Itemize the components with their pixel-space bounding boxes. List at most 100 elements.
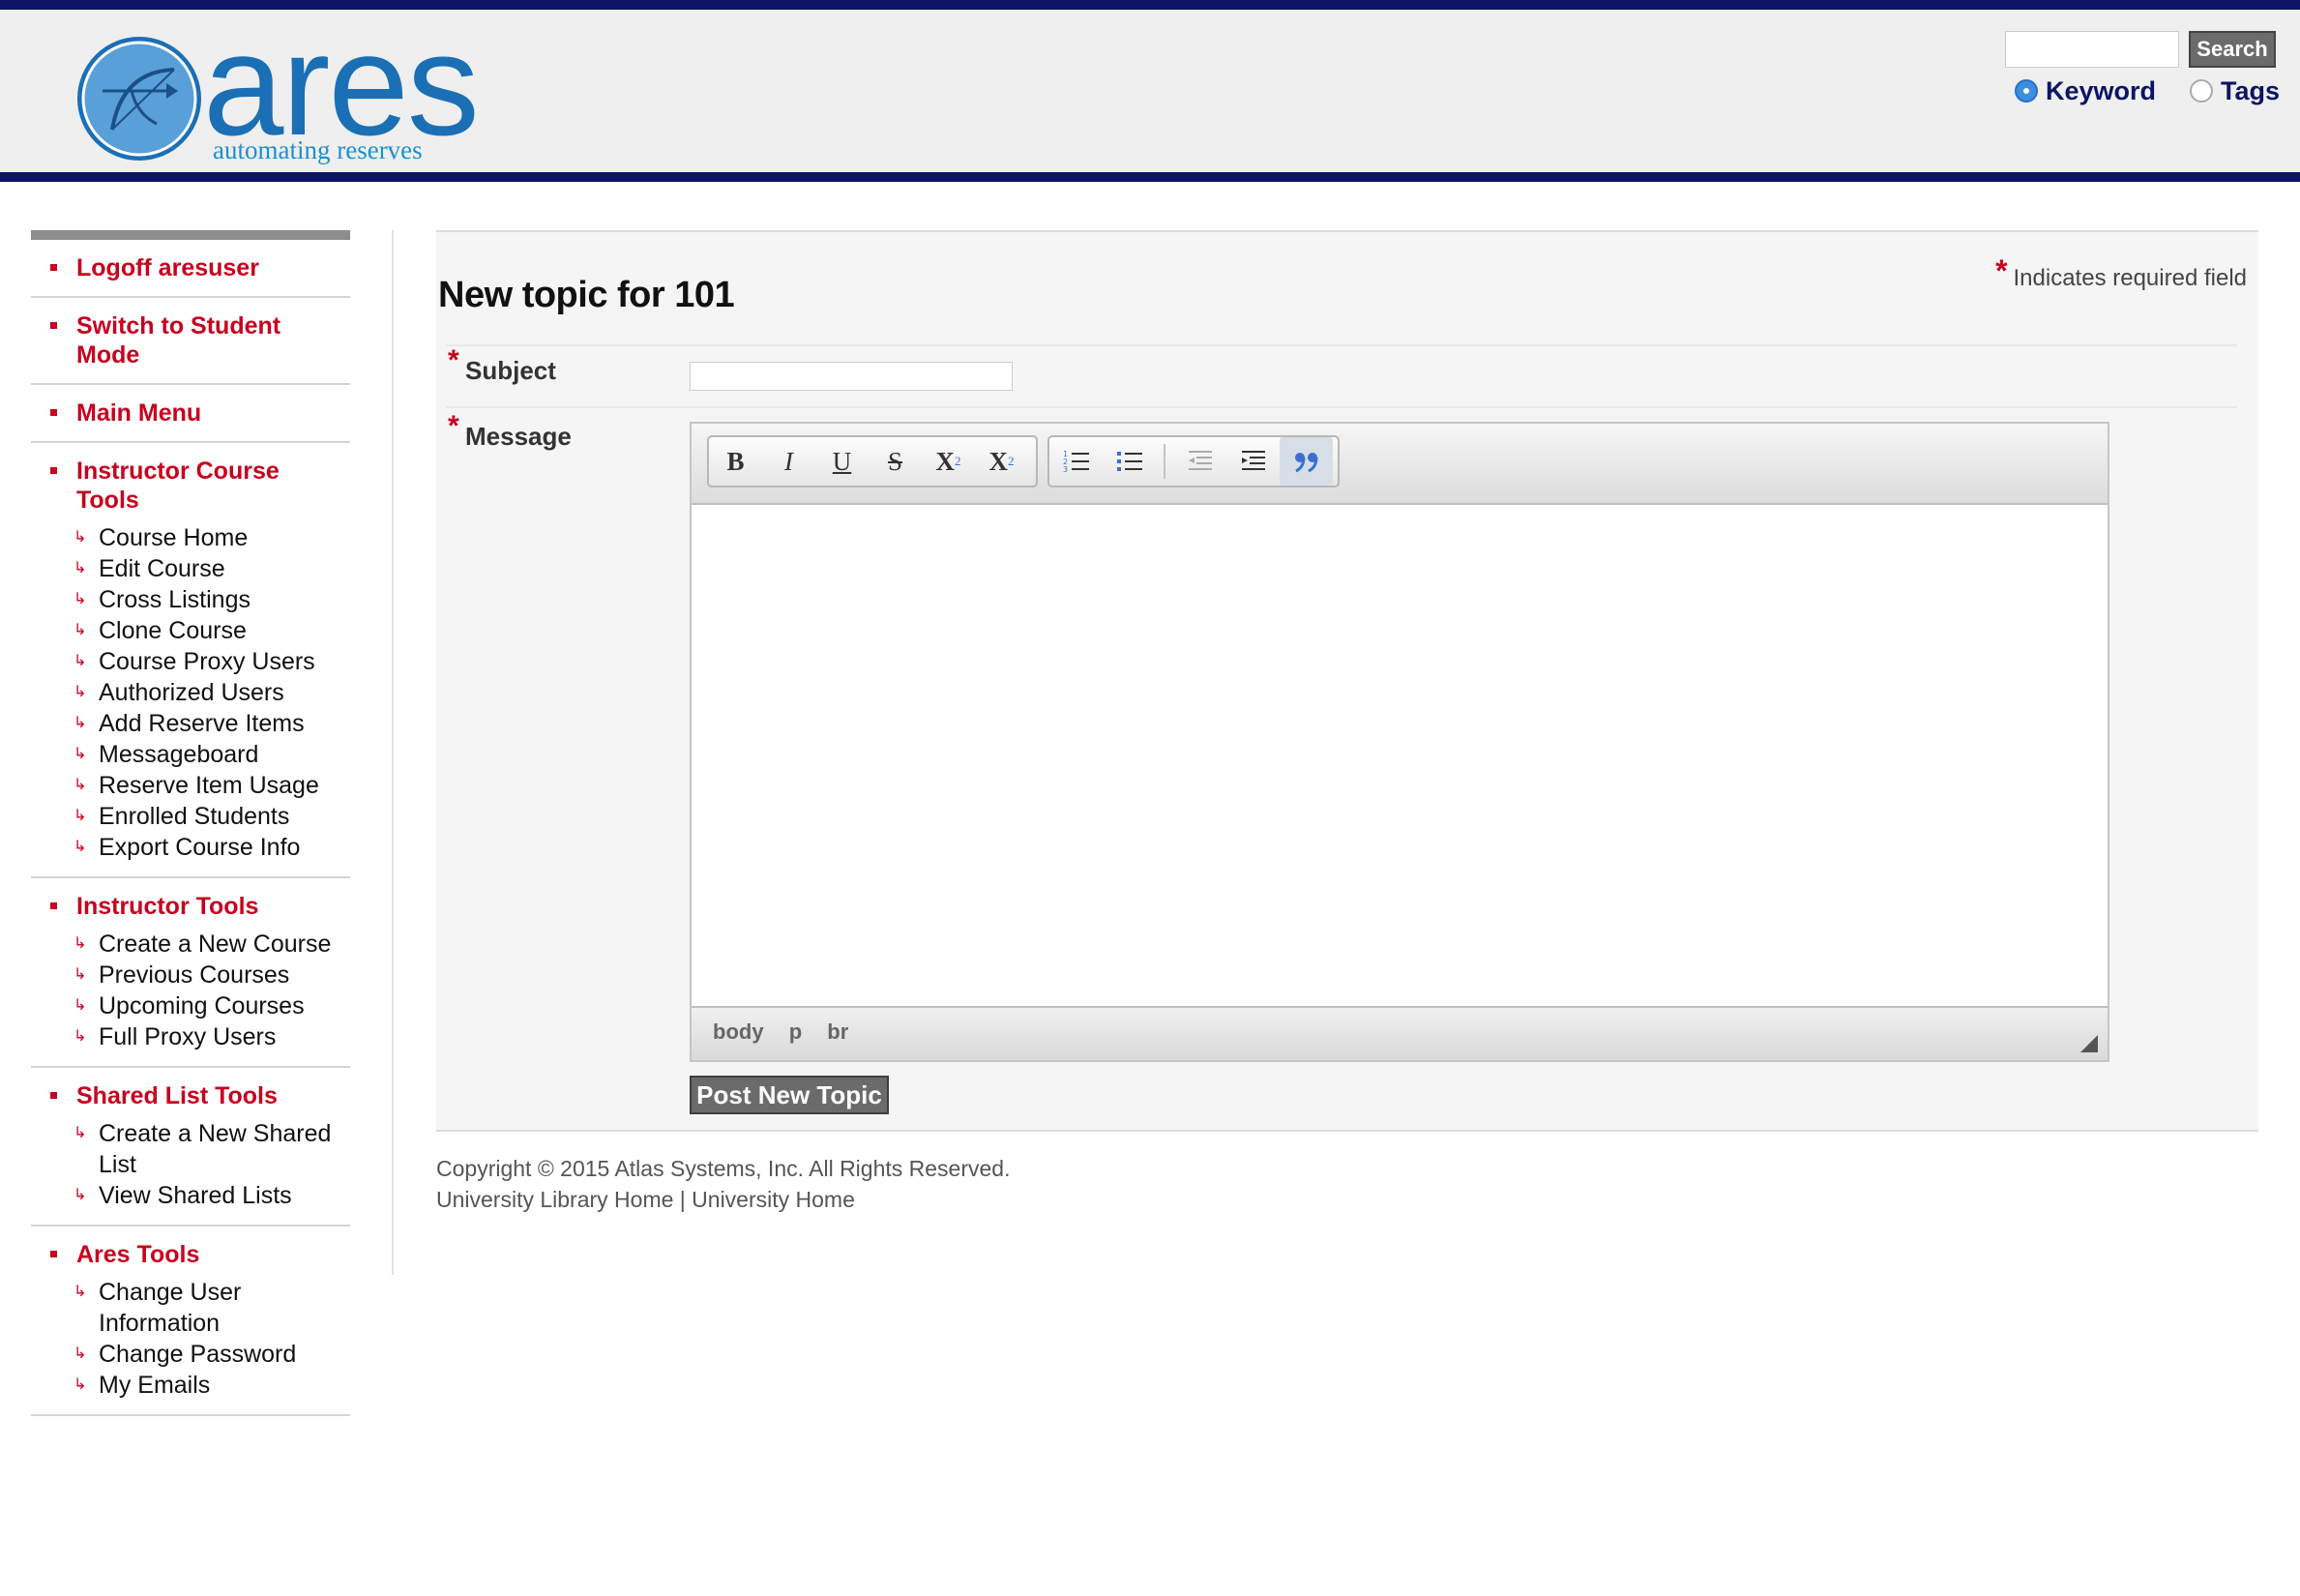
nav-link[interactable]: ↳ Export Course Info <box>31 832 350 863</box>
bullet-square-icon <box>50 322 57 329</box>
nav-link[interactable]: ↳ My Emails <box>31 1370 350 1401</box>
path-p[interactable]: p <box>789 1020 802 1044</box>
nav-link[interactable]: ↳ Course Home <box>31 522 350 553</box>
search-input[interactable] <box>2005 31 2179 68</box>
nav-link[interactable]: ↳ Cross Listings <box>31 584 350 615</box>
nav-section-link[interactable]: Switch to Student Mode <box>31 311 350 369</box>
tags-radio-label: Tags <box>2221 75 2281 105</box>
required-star-icon: * <box>1995 253 2008 288</box>
nav-link[interactable]: ↳ Upcoming Courses <box>31 990 350 1021</box>
nav-sub-list: ↳ Create a New Shared List ↳ View Shared Li… <box>31 1118 350 1211</box>
bulleted-list-icon[interactable] <box>1103 437 1156 486</box>
nav-link-label: Create a New Shared List <box>99 1120 332 1178</box>
nav-link-label: Reserve Item Usage <box>99 772 319 799</box>
divider <box>446 406 2237 408</box>
arrow-bullet-icon: ↳ <box>74 715 87 731</box>
subscript-icon[interactable]: X2 <box>922 437 975 486</box>
superscript-icon[interactable]: X2 <box>975 437 1028 486</box>
nav-link-label: Enrolled Students <box>99 803 290 830</box>
nav-link[interactable]: ↳ Create a New Shared List <box>31 1118 350 1180</box>
path-br[interactable]: br <box>827 1020 848 1044</box>
nav-section: Switch to Student Mode <box>31 298 350 385</box>
arrow-bullet-icon: ↳ <box>74 808 87 824</box>
blockquote-icon[interactable] <box>1280 437 1333 486</box>
nav-link[interactable]: ↳ Messageboard <box>31 739 350 770</box>
numbered-list-icon[interactable]: 123 <box>1049 437 1103 486</box>
page-header: ares automating reserves Search Keyword … <box>0 0 2300 182</box>
nav-link-label: Cross Listings <box>99 586 251 613</box>
archer-emblem-icon <box>77 37 201 161</box>
nav-link[interactable]: ↳ Enrolled Students <box>31 801 350 832</box>
paragraph-format-group: 123 <box>1047 435 1340 488</box>
sidebar-nav: Logoff aresuser Switch to Student Mode Mai… <box>31 230 350 1416</box>
nav-link[interactable]: ↳ Course Proxy Users <box>31 646 350 677</box>
subject-label-text: Subject <box>465 356 556 385</box>
bullet-square-icon <box>50 1092 57 1099</box>
toolbar-separator <box>1164 444 1165 479</box>
nav-link-label: Clone Course <box>99 617 247 644</box>
library-home-link[interactable]: University Library Home <box>436 1187 673 1212</box>
search-button[interactable]: Search <box>2189 31 2276 68</box>
italic-icon[interactable]: I <box>762 437 815 486</box>
path-body[interactable]: body <box>713 1020 764 1044</box>
nav-link-label: View Shared Lists <box>99 1182 292 1209</box>
nav-link-label: Previous Courses <box>99 961 290 989</box>
post-new-topic-button[interactable]: Post New Topic <box>690 1076 889 1114</box>
nav-sub-list: ↳ Create a New Course ↳ Previous Courses ↳ Up… <box>31 929 350 1052</box>
bold-icon[interactable]: B <box>709 437 762 486</box>
nav-link[interactable]: ↳ Authorized Users <box>31 677 350 708</box>
radio-unselected-icon[interactable] <box>2190 79 2213 103</box>
nav-section-link[interactable]: Logoff aresuser <box>31 253 350 282</box>
bullet-square-icon <box>50 264 57 271</box>
keyword-radio-label: Keyword <box>2046 75 2157 105</box>
ares-logo[interactable]: ares automating reserves <box>74 12 480 174</box>
nav-link-label: Change Password <box>99 1341 297 1368</box>
nav-link[interactable]: ↳ View Shared Lists <box>31 1180 350 1211</box>
university-home-link[interactable]: University Home <box>692 1187 855 1212</box>
nav-link[interactable]: ↳ Clone Course <box>31 615 350 646</box>
nav-link-label: Course Home <box>99 524 249 551</box>
keyword-radio[interactable]: Keyword <box>2015 75 2156 106</box>
nav-link[interactable]: ↳ Full Proxy Users <box>31 1021 350 1052</box>
nav-link[interactable]: ↳ Previous Courses <box>31 960 350 990</box>
nav-sub-list: ↳ Change User Information ↳ Change Password… <box>31 1277 350 1401</box>
page-footer: Copyright © 2015 Atlas Systems, Inc. All… <box>436 1153 1011 1215</box>
arrow-bullet-icon: ↳ <box>74 1376 87 1393</box>
outdent-icon[interactable] <box>1173 437 1226 486</box>
nav-section-link[interactable]: Instructor Course Tools <box>31 457 350 515</box>
text-format-group: B I U S X2 X2 <box>707 435 1038 488</box>
nav-link-label: Change User Information <box>99 1279 242 1337</box>
arrow-bullet-icon: ↳ <box>74 560 87 576</box>
nav-link[interactable]: ↳ Edit Course <box>31 553 350 584</box>
nav-section-link[interactable]: Ares Tools <box>31 1240 350 1269</box>
nav-section: Shared List Tools ↳ Create a New Shared Li… <box>31 1068 350 1227</box>
nav-section: Instructor Tools ↳ Create a New Course ↳ Pre… <box>31 878 350 1068</box>
nav-section-link[interactable]: Shared List Tools <box>31 1081 350 1110</box>
footer-separator: | <box>679 1187 686 1212</box>
message-text-area[interactable] <box>692 505 2108 1006</box>
nav-section-label: Switch to Student Mode <box>76 312 281 369</box>
indent-icon[interactable] <box>1226 437 1280 486</box>
nav-link[interactable]: ↳ Create a New Course <box>31 929 350 960</box>
element-path: body p br <box>713 1020 868 1045</box>
nav-section-link[interactable]: Instructor Tools <box>31 892 350 921</box>
arrow-bullet-icon: ↳ <box>74 684 87 700</box>
nav-link[interactable]: ↳ Change Password <box>31 1339 350 1370</box>
nav-link-label: Export Course Info <box>99 834 301 861</box>
nav-link[interactable]: ↳ Change User Information <box>31 1277 350 1339</box>
strikethrough-icon[interactable]: S <box>869 437 922 486</box>
tags-radio[interactable]: Tags <box>2190 75 2280 106</box>
nav-link[interactable]: ↳ Reserve Item Usage <box>31 770 350 801</box>
radio-selected-icon[interactable] <box>2015 79 2038 103</box>
subject-input[interactable] <box>690 362 1013 391</box>
nav-section-link[interactable]: Main Menu <box>31 399 350 428</box>
nav-section-label: Instructor Course Tools <box>76 458 280 514</box>
underline-icon[interactable]: U <box>815 437 869 486</box>
required-star-icon: * <box>448 410 459 442</box>
resize-grip-icon[interactable] <box>2080 1035 2098 1052</box>
nav-section: Instructor Course Tools ↳ Course Home ↳ Edit… <box>31 443 350 878</box>
nav-section-label: Logoff aresuser <box>76 254 259 281</box>
nav-link-label: Course Proxy Users <box>99 648 315 675</box>
nav-link[interactable]: ↳ Add Reserve Items <box>31 708 350 739</box>
arrow-bullet-icon: ↳ <box>74 1187 87 1203</box>
